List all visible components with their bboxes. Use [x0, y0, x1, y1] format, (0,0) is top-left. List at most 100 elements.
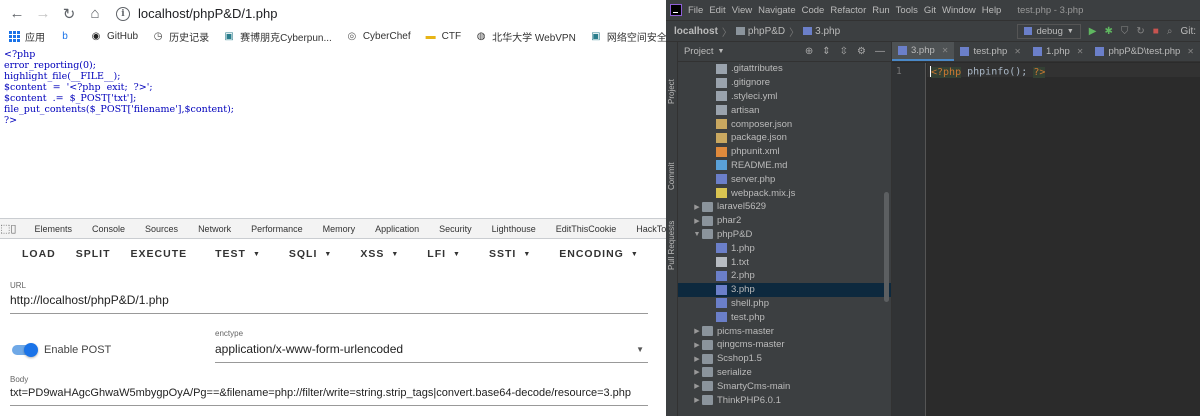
bookmark-label[interactable]: 应用 [25, 29, 45, 44]
bookmark-item[interactable]: ◎ CyberChef [346, 30, 411, 42]
run-config-select[interactable]: debug ▼ [1017, 23, 1081, 39]
tab-lighthouse[interactable]: Lighthouse [482, 224, 546, 234]
bookmark-label[interactable]: 历史记录 [169, 29, 209, 44]
tree-file[interactable]: 3.php [677, 282, 891, 297]
tree-file[interactable]: shell.php [678, 297, 891, 311]
editor-tab-label[interactable]: phpP&D\test.php [1108, 46, 1180, 57]
breadcrumb-item[interactable]: 3.php [815, 26, 840, 37]
side-tab-commit[interactable]: Commit [667, 162, 676, 190]
caret-down-icon[interactable]: ▼ [324, 251, 332, 258]
bookmark-item[interactable]: ◉ GitHub [90, 30, 139, 42]
caret-down-icon[interactable]: ▼ [631, 251, 639, 258]
caret-down-icon[interactable]: ▼ [391, 251, 399, 258]
tree-item-label[interactable]: serialize [717, 367, 752, 378]
run-icon[interactable]: ▶ [1089, 26, 1097, 37]
tree-item-label[interactable]: 3.php [731, 284, 755, 295]
tree-item-label[interactable]: 1.txt [731, 257, 749, 268]
code-line[interactable]: <?php phpinfo(); ?> [929, 66, 1046, 78]
tree-folder[interactable]: ▼ phpP&D [678, 228, 891, 242]
address-bar[interactable]: i localhost/phpP&D/1.php [116, 3, 277, 25]
tree-item-label[interactable]: ThinkPHP6.0.1 [717, 395, 781, 406]
menu-file[interactable]: File [688, 5, 703, 16]
caret-down-icon[interactable]: ▼ [453, 251, 461, 258]
side-tab-pull-requests[interactable]: Pull Requests [667, 221, 676, 270]
tree-file[interactable]: 1.txt [678, 255, 891, 269]
chevron-down-icon[interactable]: ▼ [1067, 28, 1074, 35]
bookmark-label[interactable]: CyberChef [363, 31, 411, 42]
close-icon[interactable]: ✕ [1077, 47, 1084, 56]
close-icon[interactable]: ✕ [1187, 47, 1194, 56]
sqli-menu[interactable]: SQLI ▼ [279, 248, 342, 260]
tree-item-label[interactable]: package.json [731, 132, 787, 143]
chevron-right-icon[interactable]: ▶ [692, 327, 702, 335]
bookmark-item[interactable]: ▣ 赛博朋克Cyberpun... [223, 29, 332, 44]
tab-application[interactable]: Application [365, 224, 429, 234]
tree-item-label[interactable]: phpP&D [717, 229, 752, 240]
menu-run[interactable]: Run [872, 5, 889, 16]
address-bar-url[interactable]: localhost/phpP&D/1.php [138, 6, 277, 21]
menu-window[interactable]: Window [942, 5, 976, 16]
tree-folder[interactable]: ▶ picms-master [678, 324, 891, 338]
minimize-icon[interactable]: — [875, 46, 885, 57]
editor-tab-label[interactable]: 1.php [1046, 46, 1070, 57]
chevron-down-icon[interactable]: ▼ [636, 345, 644, 354]
tree-folder[interactable]: ▶ Scshop1.5 [678, 352, 891, 366]
enctype-value[interactable]: application/x-www-form-urlencoded [215, 342, 403, 356]
bookmark-label[interactable]: 网络空间安全竞技... [607, 29, 666, 44]
bookmark-item[interactable]: ▣ 网络空间安全竞技... [590, 29, 666, 44]
tree-item-label[interactable]: shell.php [731, 298, 769, 309]
menu-git[interactable]: Git [924, 5, 936, 16]
tree-file[interactable]: .gitignore [678, 76, 891, 90]
tree-item-label[interactable]: laravel5629 [717, 201, 766, 212]
project-panel-label[interactable]: Project [684, 46, 714, 57]
tree-item-label[interactable]: SmartyCms-main [717, 381, 790, 392]
tree-item-label[interactable]: server.php [731, 174, 775, 185]
load-button[interactable]: LOAD [12, 248, 66, 260]
debug-icon[interactable]: ✱ [1105, 26, 1113, 37]
test-menu[interactable]: TEST ▼ [205, 248, 271, 260]
enctype-value-row[interactable]: application/x-www-form-urlencoded ▼ [215, 342, 648, 356]
enable-post-toggle[interactable]: Enable POST [12, 343, 111, 357]
inspect-element-icon[interactable]: ⬚ [0, 222, 10, 235]
menu-navigate[interactable]: Navigate [758, 5, 796, 16]
tree-folder[interactable]: ▶ qingcms-master [678, 338, 891, 352]
bookmark-label[interactable]: 赛博朋克Cyberpun... [240, 29, 332, 44]
menu-code[interactable]: Code [802, 5, 825, 16]
run-config-label[interactable]: debug [1036, 26, 1062, 37]
tab-elements[interactable]: Elements [24, 224, 82, 234]
tree-file[interactable]: test.php [678, 310, 891, 324]
ssti-menu[interactable]: SSTI ▼ [479, 248, 541, 260]
caret-down-icon[interactable]: ▼ [523, 251, 531, 258]
tree-item-label[interactable]: Scshop1.5 [717, 353, 762, 364]
tab-hacktools[interactable]: HackTools [626, 224, 666, 234]
forward-icon[interactable]: → [32, 3, 54, 25]
locate-icon[interactable]: ⊕ [805, 46, 813, 57]
tree-file[interactable]: server.php [678, 172, 891, 186]
tree-file[interactable]: composer.json [678, 117, 891, 131]
xss-menu-label[interactable]: XSS [360, 248, 384, 260]
tab-sources[interactable]: Sources [135, 224, 188, 234]
tree-item-label[interactable]: composer.json [731, 119, 792, 130]
bookmark-item[interactable]: ◷ 历史记录 [152, 29, 209, 44]
encoding-menu-label[interactable]: ENCODING [559, 248, 624, 260]
tab-security[interactable]: Security [429, 224, 482, 234]
tree-file[interactable]: 2.php [678, 269, 891, 283]
tree-file[interactable]: .styleci.yml [678, 90, 891, 104]
tree-item-label[interactable]: .gitattributes [731, 63, 783, 74]
menu-refactor[interactable]: Refactor [830, 5, 866, 16]
tree-file[interactable]: artisan [678, 103, 891, 117]
split-button[interactable]: SPLIT [66, 248, 121, 260]
editor-tab[interactable]: 3.php ✕ [891, 42, 955, 61]
tree-item-label[interactable]: phpunit.xml [731, 146, 780, 157]
tree-folder[interactable]: ▶ SmartyCms-main [678, 379, 891, 393]
tree-item-label[interactable]: webpack.mix.js [731, 188, 795, 199]
coverage-icon[interactable]: ⛉ [1121, 26, 1129, 37]
bookmark-label[interactable]: CTF [442, 31, 461, 42]
tab-network[interactable]: Network [188, 224, 241, 234]
lfi-menu[interactable]: LFI ▼ [417, 248, 471, 260]
project-scrollbar[interactable] [883, 192, 889, 302]
home-icon[interactable]: ⌂ [84, 3, 106, 25]
chevron-right-icon[interactable]: ▶ [692, 203, 702, 211]
bookmark-item[interactable]: ◍ 北华大学 WebVPN [475, 29, 576, 44]
bookmark-item[interactable]: b [59, 30, 76, 42]
